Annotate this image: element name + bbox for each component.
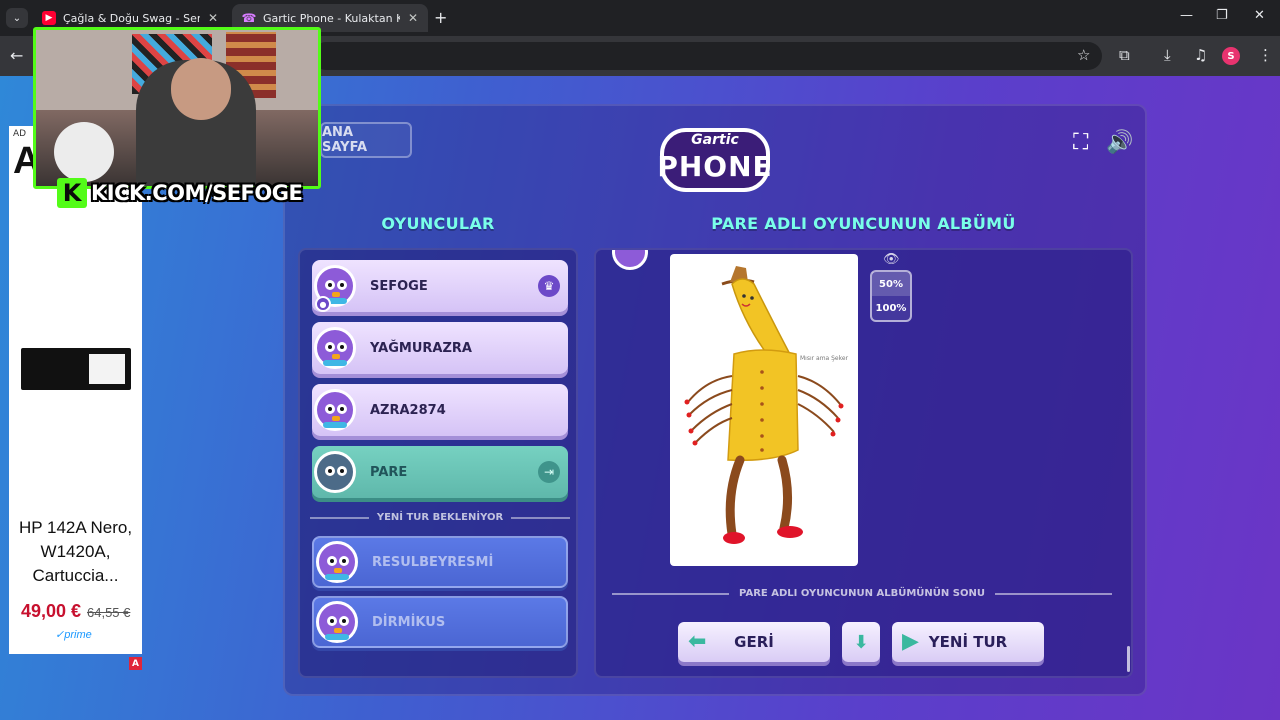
avatar xyxy=(314,451,356,493)
close-tab-icon[interactable]: ✕ xyxy=(408,11,418,25)
player-name: PARE xyxy=(370,464,408,480)
streamer-face xyxy=(171,58,231,120)
avatar xyxy=(316,541,358,583)
player-name: AZRA2874 xyxy=(370,402,446,418)
player-drawing[interactable]: Mısır ama Şeker xyxy=(670,254,858,566)
sound-icon[interactable]: 🔊 xyxy=(1106,130,1133,155)
bookmark-star-icon[interactable]: ☆ xyxy=(1077,46,1090,64)
download-button[interactable]: ⬇ xyxy=(842,622,880,662)
avatar xyxy=(314,327,356,369)
extensions-icon[interactable]: ⧉ xyxy=(1119,46,1130,64)
home-button[interactable]: ANA SAYFA xyxy=(320,122,412,158)
players-list: ● SEFOGE ♛ YAĞMURAZRA AZRA2874 PARE ⇥ YE… xyxy=(298,248,578,678)
album-end-label: PARE ADLI OYUNCUNUN ALBÜMÜNÜN SONU xyxy=(739,588,985,599)
new-tab-icon[interactable]: + xyxy=(434,8,447,27)
waiting-player-item: DİRMİKUS xyxy=(312,596,568,648)
waiting-label: YENİ TUR BEKLENİYOR xyxy=(376,512,504,523)
player-item: ● SEFOGE ♛ xyxy=(312,260,568,312)
minimize-icon[interactable]: — xyxy=(1180,8,1193,23)
kick-channel-url: KICK.COM/SEFOGE xyxy=(91,181,303,205)
zoom-50-option[interactable]: 50% xyxy=(872,272,910,296)
downloads-icon[interactable]: ⤓ xyxy=(1164,46,1171,64)
waiting-divider: YENİ TUR BEKLENİYOR xyxy=(310,512,571,523)
close-tab-icon[interactable]: ✕ xyxy=(208,11,218,25)
album-end-divider: PARE ADLI OYUNCUNUN ALBÜMÜNÜN SONU xyxy=(612,588,1113,599)
menu-icon[interactable]: ⋮ xyxy=(1258,46,1273,64)
zoom-selector: 50% 100% xyxy=(870,270,912,322)
player-item: PARE ⇥ xyxy=(312,446,568,498)
player-name: RESULBEYRESMİ xyxy=(372,554,494,570)
zoom-100-option[interactable]: 100% xyxy=(872,296,910,320)
ad-product-image[interactable] xyxy=(21,348,131,390)
close-window-icon[interactable]: ✕ xyxy=(1254,8,1265,23)
play-icon: ▶ xyxy=(902,629,919,654)
left-game-icon: ⇥ xyxy=(538,461,560,483)
album-title: PARE ADLI OYUNCUNUN ALBÜMÜ xyxy=(711,214,1016,233)
teddy-bear xyxy=(54,122,114,182)
logo-text-top: Gartic xyxy=(691,132,739,148)
ad-product-name[interactable]: HP 142A Nero, W1420A, Cartuccia... xyxy=(9,516,142,588)
user-icon: ● xyxy=(315,296,331,312)
tab-search-button[interactable]: ⌄ xyxy=(6,8,28,28)
tab-title: Gartic Phone - Kulaktan Kulağa xyxy=(263,11,400,25)
banana-figure-drawing: Mısır ama Şeker xyxy=(684,266,849,544)
player-name: SEFOGE xyxy=(370,278,428,294)
youtube-icon: ▶ xyxy=(42,11,56,25)
kick-logo-icon: K xyxy=(57,178,87,208)
profile-avatar[interactable]: S xyxy=(1222,47,1240,65)
gartic-phone-logo: Gartic PHONE xyxy=(656,122,774,196)
download-icon: ⬇ xyxy=(853,631,869,653)
waiting-player-item: RESULBEYRESMİ xyxy=(312,536,568,588)
ad-old-price: 64,55 € xyxy=(87,605,131,620)
logo-text-bottom: PHONE xyxy=(657,150,773,183)
tab-title: Çağla & Doğu Swag - Seni Dü xyxy=(63,11,200,25)
address-bar[interactable] xyxy=(312,42,1102,70)
album-scrollbar[interactable] xyxy=(1127,646,1130,672)
eye-icon[interactable]: 👁 xyxy=(883,252,900,267)
drawing-caption: Mısır ama Şeker xyxy=(800,355,849,362)
players-title: OYUNCULAR xyxy=(381,214,495,233)
crown-icon: ♛ xyxy=(538,275,560,297)
fullscreen-icon[interactable]: ⛶ xyxy=(1073,130,1088,155)
kick-banner: K KICK.COM/SEFOGE xyxy=(57,178,303,208)
player-name: YAĞMURAZRA xyxy=(370,340,472,356)
arrow-left-icon: ⬅ xyxy=(688,629,707,654)
album-panel: Mısır ama Şeker 👁 50% 100% PARE ADLI OYU… xyxy=(594,248,1133,678)
avatar xyxy=(612,250,648,270)
ad-price: 49,00 € xyxy=(21,601,82,621)
media-control-icon[interactable]: ♫ xyxy=(1194,46,1207,64)
new-round-button[interactable]: ▶ YENİ TUR xyxy=(892,622,1044,662)
ad-tag: AD xyxy=(13,129,27,139)
restore-icon[interactable]: ❐ xyxy=(1216,8,1228,23)
player-item: YAĞMURAZRA xyxy=(312,322,568,374)
back-arrow-icon[interactable]: ← xyxy=(10,46,23,65)
prime-badge: ✓prime xyxy=(55,629,92,641)
ad-choices-icon[interactable]: A xyxy=(129,657,142,670)
back-button[interactable]: ⬅ GERİ xyxy=(678,622,830,662)
gartic-phone-icon: ☎ xyxy=(241,11,257,25)
avatar: ● xyxy=(314,265,356,312)
player-name: DİRMİKUS xyxy=(372,614,446,630)
avatar xyxy=(316,601,358,643)
webcam-overlay xyxy=(33,27,321,189)
player-item: AZRA2874 xyxy=(312,384,568,436)
avatar xyxy=(314,389,356,431)
